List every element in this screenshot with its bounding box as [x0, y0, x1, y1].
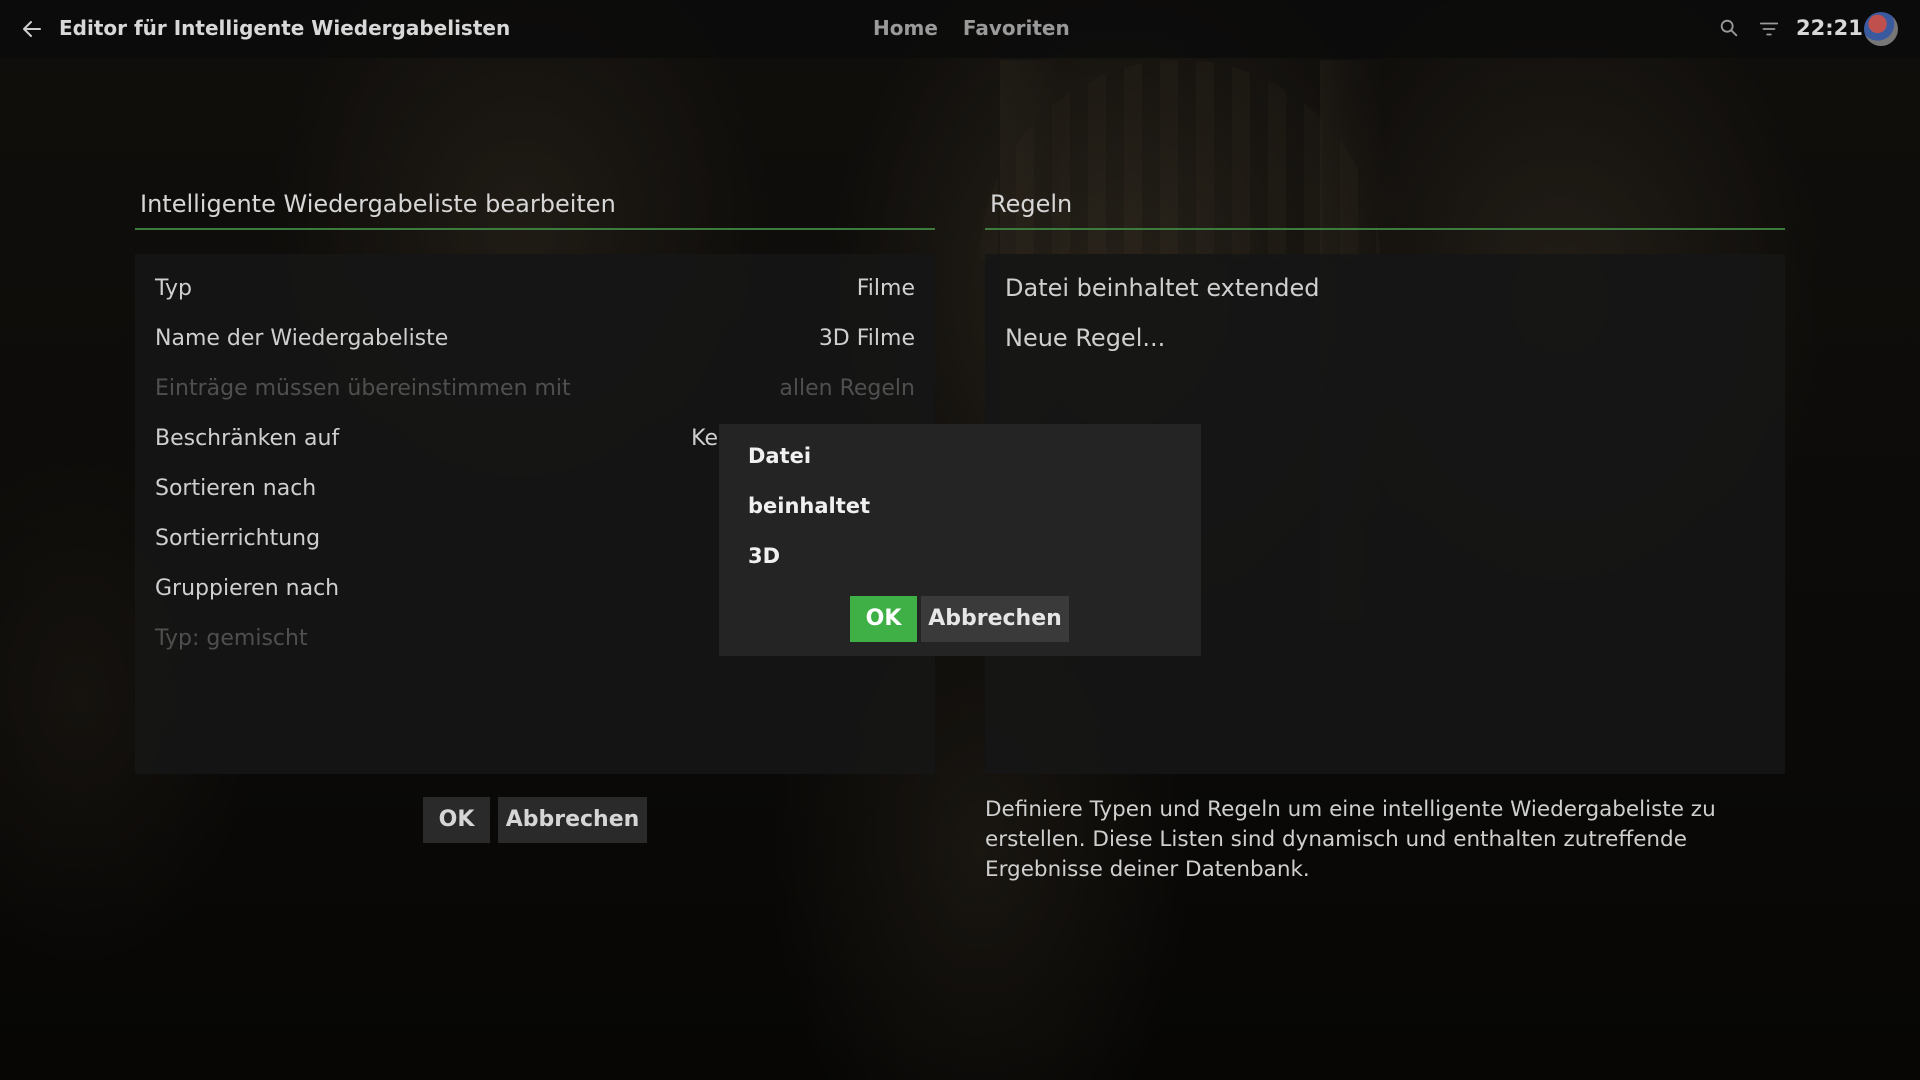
left-panel-header: Intelligente Wiedergabeliste bearbeiten [135, 190, 935, 230]
setting-label: Typ [155, 276, 192, 301]
setting-value: 3D Filme [818, 326, 915, 351]
app-title: Editor für Intelligente Wiedergabelisten [59, 16, 511, 40]
arrow-left-icon[interactable] [20, 17, 44, 41]
setting-value: Ke [691, 426, 718, 451]
setting-label: Gruppieren nach [155, 576, 340, 601]
new-rule-item[interactable]: Neue Regel... [1005, 324, 1165, 352]
setting-value: allen Regeln [779, 376, 915, 401]
setting-label: Typ: gemischt [155, 626, 308, 651]
nav-favorites[interactable]: Favoriten [963, 16, 1070, 40]
setting-label: Beschränken auf [155, 426, 340, 451]
ok-button[interactable]: OK [423, 797, 490, 843]
setting-label: Sortieren nach [155, 476, 317, 501]
rule-edit-dialog: Datei beinhaltet 3D OK Abbrechen [719, 424, 1201, 656]
rule-value-option[interactable]: 3D [748, 544, 780, 568]
setting-row-type[interactable]: Typ Filme [155, 266, 915, 316]
setting-value: Filme [856, 276, 915, 301]
dialog-cancel-button[interactable]: Abbrechen [921, 596, 1069, 642]
rule-operator-option[interactable]: beinhaltet [748, 494, 870, 518]
setting-row-name[interactable]: Name der Wiedergabeliste 3D Filme [155, 316, 915, 366]
rules-panel-header: Regeln [985, 190, 1785, 230]
top-bar: Editor für Intelligente Wiedergabelisten… [0, 0, 1920, 58]
nav-home[interactable]: Home [873, 16, 938, 40]
avatar[interactable] [1864, 12, 1898, 46]
clock: 22:21 [1796, 16, 1863, 40]
dialog-ok-button[interactable]: OK [850, 596, 917, 642]
setting-label: Name der Wiedergabeliste [155, 326, 449, 351]
search-icon[interactable] [1718, 17, 1740, 39]
setting-row-match: Einträge müssen übereinstimmen mit allen… [155, 366, 915, 416]
help-text: Definiere Typen und Regeln um eine intel… [985, 797, 1716, 882]
setting-label: Sortierrichtung [155, 526, 321, 551]
cancel-button[interactable]: Abbrechen [498, 797, 647, 843]
rule-field-option[interactable]: Datei [748, 444, 811, 468]
top-nav: Home Favoriten [873, 16, 1088, 40]
rule-item[interactable]: Datei beinhaltet extended [1005, 274, 1320, 302]
setting-label: Einträge müssen übereinstimmen mit [155, 376, 571, 401]
filter-icon[interactable] [1758, 18, 1780, 40]
